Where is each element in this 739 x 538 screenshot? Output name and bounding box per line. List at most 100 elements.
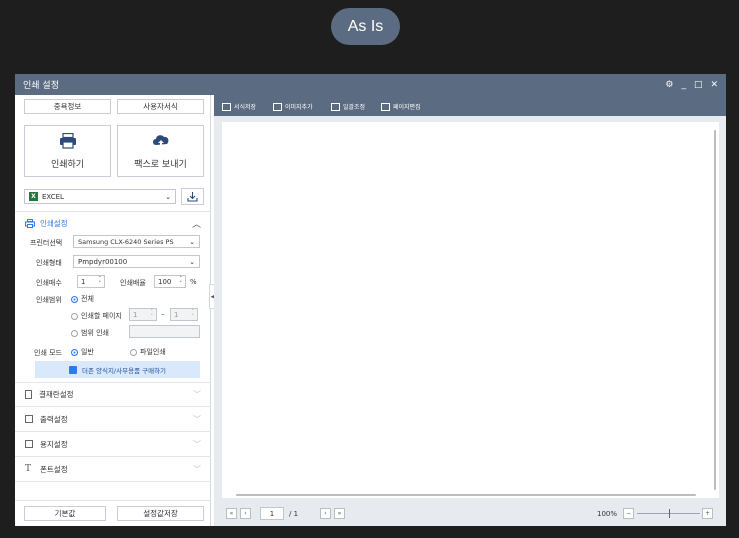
printer-select[interactable]: Samsung CLX-6240 Series PS ⌄	[73, 235, 200, 248]
toolbar-save-format[interactable]: 서식저장	[222, 102, 256, 111]
tab-user-format[interactable]: 사용자서식	[117, 99, 204, 114]
page-current-value: 1	[269, 509, 275, 518]
first-page-button[interactable]: «	[226, 508, 237, 519]
edit-icon	[381, 102, 390, 111]
zoom-in-button[interactable]: +	[702, 508, 713, 519]
print-settings-title: 인쇄설정	[40, 218, 68, 228]
fax-button-label: 팩스로 보내기	[134, 159, 187, 170]
toolbar-page-edit-label: 페이지편집	[393, 104, 421, 111]
settings-sidebar: 중욕정보 사용자서식 인쇄하기 팩스로 보내기 X EXCEL ⌄ 인쇄설정 ︿…	[15, 95, 211, 526]
page-to-value: 1	[174, 310, 179, 319]
prev-page-button[interactable]: ‹	[240, 508, 251, 519]
tab-registration-info[interactable]: 중욕정보	[24, 99, 111, 114]
chevron-down-icon: ⌄	[189, 237, 195, 246]
toolbar-add-image[interactable]: 이미지추가	[273, 102, 313, 111]
format-select[interactable]: X EXCEL ⌄	[24, 189, 176, 204]
toolbar-add-image-label: 이미지추가	[285, 104, 313, 111]
toolbar-batch-adjust[interactable]: 일괄조정	[331, 102, 365, 111]
page-from-stepper[interactable]: 1 ˄ ˅	[129, 308, 157, 321]
chevron-down-icon: ﹀	[193, 389, 201, 399]
print-settings-header[interactable]: 인쇄설정 ︿	[25, 217, 201, 230]
printer-icon	[59, 132, 76, 149]
radio-unselected-icon	[71, 312, 78, 320]
window-controls: ⚙ _ □ ✕	[665, 80, 718, 90]
next-page-button[interactable]: ›	[320, 508, 331, 519]
printer-label: 프린터선택	[30, 239, 63, 247]
chevron-up-icon: ︿	[191, 219, 201, 230]
print-button-label: 인쇄하기	[50, 159, 85, 170]
radio-mode-normal[interactable]: 일반	[71, 347, 94, 357]
section-approval[interactable]: 결재란설정 ﹀	[15, 382, 211, 407]
format-value: EXCEL	[42, 192, 64, 201]
radio-mode-file[interactable]: 파일인쇄	[130, 347, 166, 357]
chevron-down-icon: ⌄	[165, 192, 171, 201]
title-bar: 인쇄 설정 ⚙ _ □ ✕	[15, 74, 726, 95]
chevron-down-icon: ﹀	[193, 414, 201, 424]
preview-footer: « ‹ 1 / 1 › » 100% − +	[214, 502, 726, 526]
section-output-label: 출력설정	[40, 414, 68, 424]
toolbar-page-edit[interactable]: 페이지편집	[381, 102, 421, 111]
section-paper[interactable]: 용지설정 ﹀	[15, 432, 211, 457]
font-icon: T	[25, 464, 32, 474]
purchase-button[interactable]: 더존 양식지/사무용품 구매하기	[35, 361, 200, 378]
zoom-level: 100%	[597, 510, 618, 518]
horizontal-scrollbar[interactable]	[236, 494, 696, 496]
scale-unit: %	[190, 278, 197, 286]
settings-icon[interactable]: ⚙	[665, 80, 673, 90]
download-icon	[187, 191, 198, 202]
stepper-arrows-icon: ˄ ˅	[191, 308, 195, 320]
range-selection-input[interactable]	[129, 325, 200, 338]
form-label: 인쇄형태	[36, 259, 62, 267]
radio-unselected-icon	[130, 348, 137, 356]
adjust-icon	[331, 102, 340, 111]
page-to-stepper[interactable]: 1 ˄ ˅	[170, 308, 198, 321]
radio-range-all[interactable]: 전체	[71, 294, 94, 304]
zoom-out-button[interactable]: −	[623, 508, 634, 519]
chevron-down-icon: ﹀	[193, 464, 201, 474]
cart-icon	[68, 365, 77, 374]
vertical-scrollbar[interactable]	[714, 130, 716, 490]
section-font[interactable]: T 폰트설정 ﹀	[15, 457, 211, 482]
toolbar-batch-adjust-label: 일괄조정	[343, 104, 366, 111]
zoom-slider-thumb[interactable]	[668, 509, 670, 518]
radio-selected-icon	[71, 348, 78, 356]
copies-label: 인쇄매수	[36, 279, 62, 287]
section-font-label: 폰트설정	[40, 464, 68, 474]
radio-unselected-icon	[71, 329, 78, 337]
minimize-icon[interactable]: _	[681, 80, 686, 90]
page-range-dash: –	[161, 310, 165, 318]
excel-icon: X	[29, 192, 38, 201]
radio-range-selection[interactable]: 범위 인쇄	[71, 328, 109, 338]
stepper-arrows-icon: ˄ ˅	[150, 308, 154, 320]
radio-range-pages[interactable]: 인쇄할 페이지	[71, 311, 122, 321]
mode-file-label: 파일인쇄	[140, 348, 166, 356]
section-output[interactable]: 출력설정 ﹀	[15, 407, 211, 432]
page-total: / 1	[289, 510, 299, 518]
printer-small-icon	[25, 218, 35, 228]
form-select[interactable]: Pmpdyr00100 ⌄	[73, 255, 200, 268]
close-icon[interactable]: ✕	[710, 80, 718, 90]
range-pages-label: 인쇄할 페이지	[81, 312, 122, 320]
page-from-value: 1	[133, 310, 138, 319]
radio-selected-icon	[71, 295, 78, 303]
page-input[interactable]: 1	[260, 507, 284, 520]
default-button[interactable]: 기본값	[24, 506, 106, 521]
fax-button[interactable]: 팩스로 보내기	[117, 125, 204, 177]
window-title: 인쇄 설정	[23, 81, 59, 91]
chevron-down-icon: ﹀	[193, 439, 201, 449]
copies-stepper[interactable]: 1 ˄ ˅	[77, 275, 105, 288]
save-settings-button[interactable]: 설정값저장	[117, 506, 204, 521]
maximize-icon[interactable]: □	[694, 80, 703, 90]
scale-stepper[interactable]: 100 ˄ ˅	[154, 275, 186, 288]
paper-icon	[25, 440, 33, 448]
preview-area: 서식저장 이미지추가 일괄조정 페이지편집 « ‹ 1 / 1 › » 100%…	[214, 95, 726, 526]
print-button[interactable]: 인쇄하기	[24, 125, 111, 177]
image-icon	[273, 102, 282, 111]
download-button[interactable]	[181, 188, 204, 205]
list-icon	[25, 415, 33, 423]
purchase-label: 더존 양식지/사무용품 구매하기	[81, 366, 167, 375]
form-value: Pmpdyr00100	[78, 257, 128, 266]
mode-label: 인쇄 모드	[34, 349, 62, 357]
document-icon	[25, 389, 32, 399]
last-page-button[interactable]: »	[334, 508, 345, 519]
